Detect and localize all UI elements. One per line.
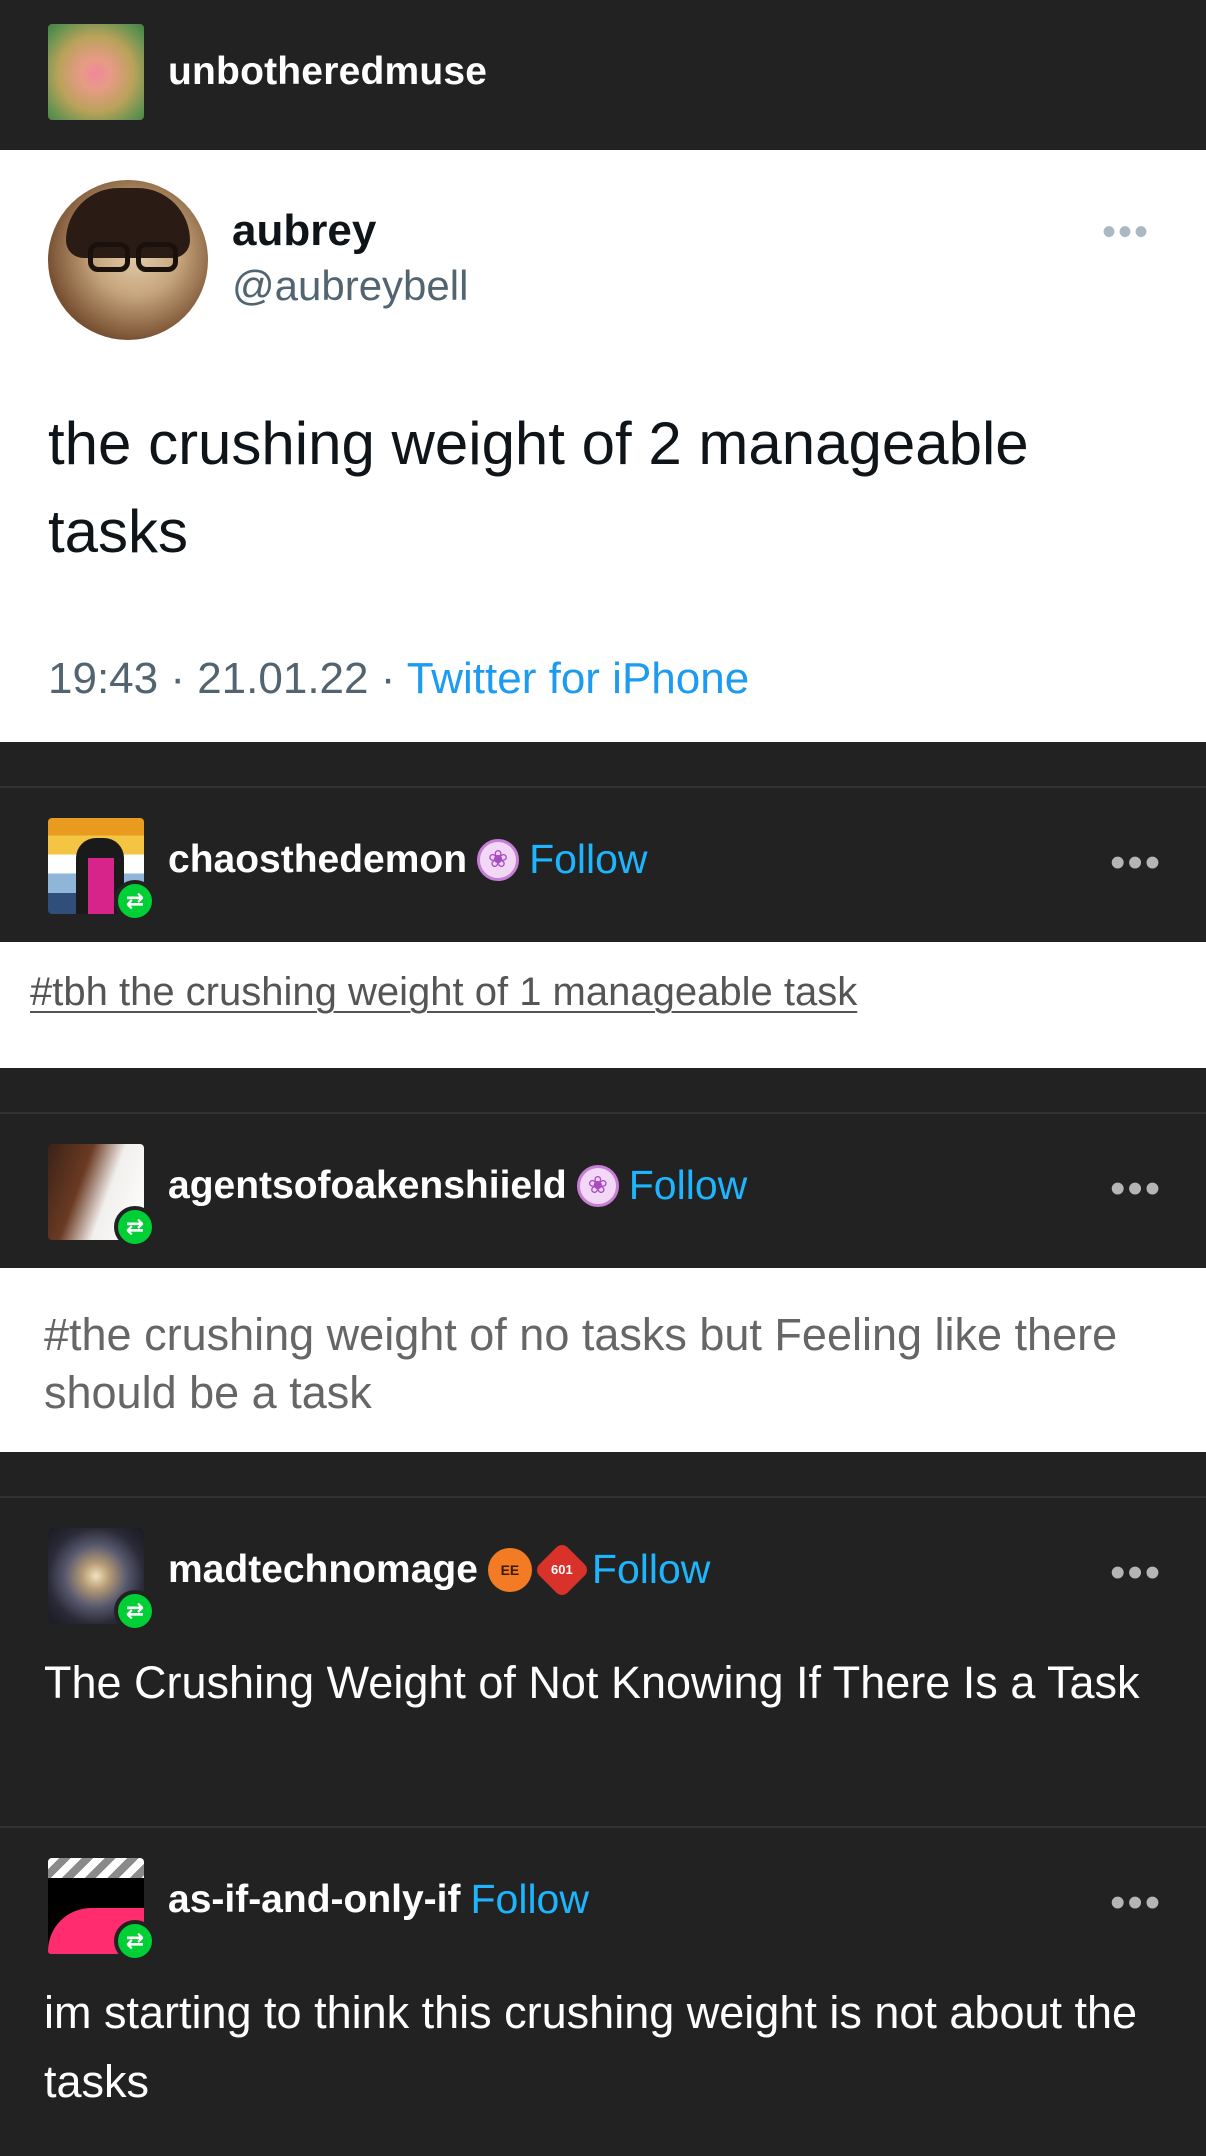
- reblog-user-row: agentsofoakenshiield ❀ Follow: [168, 1162, 747, 1209]
- spacer: [0, 1452, 1206, 1496]
- reblog-icon: ⇄: [114, 1920, 156, 1962]
- tweet-meta: 19:43 · 21.01.22 · Twitter for iPhone: [48, 654, 749, 704]
- reblog-as-if-and-only-if: ⇄ as-if-and-only-if Follow ••• im starti…: [0, 1828, 1206, 2156]
- reblog-user-row: as-if-and-only-if Follow: [168, 1876, 589, 1923]
- follow-button[interactable]: Follow: [470, 1876, 588, 1923]
- tags-body: #tbh the crushing weight of 1 manageable…: [0, 942, 1206, 1068]
- tweet-author-name: aubrey: [232, 206, 377, 255]
- follow-button[interactable]: Follow: [529, 836, 647, 883]
- avatar-madtechnomage[interactable]: ⇄: [48, 1528, 156, 1632]
- tweet-card: aubrey @aubreybell ••• the crushing weig…: [0, 150, 1206, 742]
- tag-link[interactable]: #tbh the crushing weight of 1 manageable…: [30, 970, 857, 1015]
- tweet-source: Twitter for iPhone: [406, 654, 750, 703]
- tags-body: #the crushing weight of no tasks but Fee…: [0, 1268, 1206, 1452]
- paw-badge-icon: ❀: [477, 838, 520, 881]
- reblog-header-chaosthedemon: ⇄ chaosthedemon ❀ Follow •••: [0, 788, 1206, 942]
- spacer: [0, 742, 1206, 786]
- op-avatar[interactable]: [48, 24, 144, 120]
- reblog-body-text: The Crushing Weight of Not Knowing If Th…: [44, 1657, 1140, 1708]
- achievement-badge-icon: 601: [533, 1541, 591, 1598]
- tweet-timestamp: 19:43 · 21.01.22 ·: [48, 654, 407, 703]
- reblog-user-row: chaosthedemon ❀ Follow: [168, 836, 648, 883]
- reblog-madtechnomage: ⇄ madtechnomage EE 601 Follow ••• The Cr…: [0, 1498, 1206, 1828]
- follow-button[interactable]: Follow: [592, 1546, 710, 1593]
- paw-badge-icon: ❀: [576, 1164, 619, 1207]
- avatar-agentsofoakenshiield[interactable]: ⇄: [48, 1144, 156, 1248]
- reblog-icon: ⇄: [114, 880, 156, 922]
- tag-text[interactable]: #the crushing weight of no tasks but Fee…: [44, 1306, 1174, 1422]
- reblog-username[interactable]: agentsofoakenshiield: [168, 1164, 567, 1208]
- more-options-icon[interactable]: •••: [1110, 1164, 1162, 1214]
- more-options-icon[interactable]: •••: [1110, 838, 1162, 888]
- tweet-author-handle: @aubreybell: [232, 262, 469, 309]
- reblog-body-text: im starting to think this crushing weigh…: [44, 1987, 1138, 2107]
- avatar-as-if-and-only-if[interactable]: ⇄: [48, 1858, 156, 1962]
- tweet-avatar: [48, 180, 208, 340]
- follow-button[interactable]: Follow: [629, 1162, 747, 1209]
- more-options-icon[interactable]: •••: [1110, 1878, 1162, 1928]
- avatar-chaosthedemon[interactable]: ⇄: [48, 818, 156, 922]
- reblog-username[interactable]: chaosthedemon: [168, 838, 467, 882]
- op-header: unbotheredmuse: [0, 0, 1206, 150]
- reblog-user-row: madtechnomage EE 601 Follow: [168, 1541, 710, 1598]
- tweet-text: the crushing weight of 2 manageable task…: [48, 410, 1029, 565]
- op-username[interactable]: unbotheredmuse: [168, 50, 487, 94]
- reblog-header-agentsofoakenshiield: ⇄ agentsofoakenshiield ❀ Follow •••: [0, 1114, 1206, 1268]
- reblog-username[interactable]: as-if-and-only-if: [168, 1878, 460, 1922]
- more-options-icon[interactable]: •••: [1110, 1548, 1162, 1598]
- tweet-more-icon: •••: [1102, 210, 1151, 254]
- reblog-icon: ⇄: [114, 1590, 156, 1632]
- achievement-badge-text: 601: [551, 1561, 573, 1577]
- reblog-username[interactable]: madtechnomage: [168, 1548, 478, 1592]
- reblog-icon: ⇄: [114, 1206, 156, 1248]
- community-badge-icon: EE: [487, 1547, 532, 1592]
- spacer: [0, 1068, 1206, 1112]
